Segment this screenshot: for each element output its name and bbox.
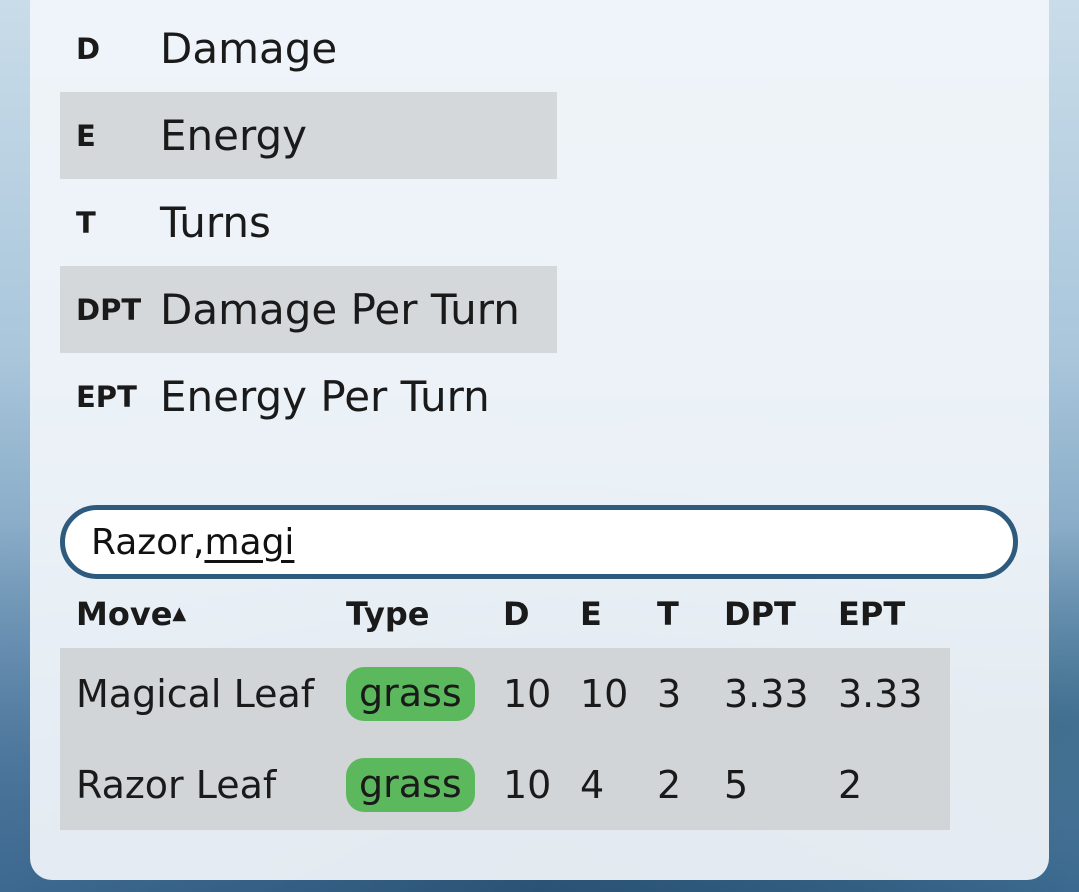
legend-label: Energy Per Turn bbox=[160, 372, 490, 421]
cell-turns: 2 bbox=[657, 739, 724, 830]
legend-abbr: DPT bbox=[76, 292, 142, 327]
cell-ept: 3.33 bbox=[838, 648, 950, 739]
legend-abbr: E bbox=[76, 118, 96, 153]
cell-ept: 2 bbox=[838, 739, 950, 830]
search-value-text: Razor, bbox=[91, 521, 205, 563]
table-row: Razor Leaf grass 10 4 2 5 2 bbox=[60, 739, 950, 830]
legend-row-dpt: DPT Damage Per Turn bbox=[60, 266, 557, 353]
cell-energy: 4 bbox=[580, 739, 657, 830]
moves-table: Move▲ Type D E T DPT EPT Magical Leaf gr… bbox=[60, 580, 950, 830]
cell-type: grass bbox=[346, 739, 503, 830]
legend-row-ept: EPT Energy Per Turn bbox=[60, 353, 557, 440]
legend-label: Energy bbox=[160, 111, 308, 160]
cell-dpt: 5 bbox=[724, 739, 838, 830]
cell-dpt: 3.33 bbox=[724, 648, 838, 739]
legend-row-damage: D Damage bbox=[60, 5, 557, 92]
header-damage[interactable]: D bbox=[503, 580, 580, 648]
table-row: Magical Leaf grass 10 10 3 3.33 3.33 bbox=[60, 648, 950, 739]
legend-label: Damage Per Turn bbox=[160, 285, 520, 334]
header-type[interactable]: Type bbox=[346, 580, 503, 648]
cell-type: grass bbox=[346, 648, 503, 739]
cell-move: Razor Leaf bbox=[60, 739, 346, 830]
cell-damage: 10 bbox=[503, 739, 580, 830]
legend-label: Turns bbox=[160, 198, 271, 247]
move-search-input[interactable]: Razor, magi bbox=[60, 505, 1018, 579]
header-move[interactable]: Move▲ bbox=[60, 580, 346, 648]
cell-damage: 10 bbox=[503, 648, 580, 739]
content-card: D Damage E Energy T Turns DPT Damage Per… bbox=[30, 0, 1049, 880]
legend-row-energy: E Energy bbox=[60, 92, 557, 179]
cell-energy: 10 bbox=[580, 648, 657, 739]
sort-ascending-icon: ▲ bbox=[172, 603, 187, 624]
legend-label: Damage bbox=[160, 24, 338, 73]
header-energy[interactable]: E bbox=[580, 580, 657, 648]
legend-row-turns: T Turns bbox=[60, 179, 557, 266]
legend-abbr: D bbox=[76, 31, 101, 66]
header-ept[interactable]: EPT bbox=[838, 580, 950, 648]
type-badge: grass bbox=[346, 666, 475, 721]
legend-abbr: T bbox=[76, 205, 96, 240]
cell-turns: 3 bbox=[657, 648, 724, 739]
cell-move: Magical Leaf bbox=[60, 648, 346, 739]
header-turns[interactable]: T bbox=[657, 580, 724, 648]
search-value-composing: magi bbox=[204, 521, 295, 563]
header-dpt[interactable]: DPT bbox=[724, 580, 838, 648]
header-move-label: Move bbox=[76, 595, 173, 633]
legend-abbr: EPT bbox=[76, 379, 137, 414]
abbreviation-legend: D Damage E Energy T Turns DPT Damage Per… bbox=[60, 5, 557, 440]
type-badge: grass bbox=[346, 757, 475, 812]
table-header-row: Move▲ Type D E T DPT EPT bbox=[60, 580, 950, 648]
